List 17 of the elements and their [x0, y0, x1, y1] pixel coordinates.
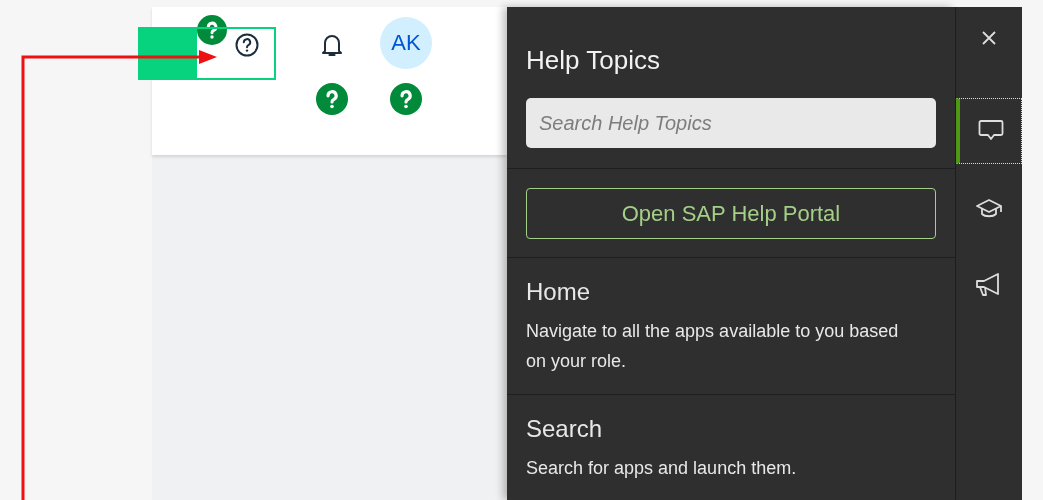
rail-tab[interactable] [956, 98, 1022, 164]
open-portal-button[interactable]: Open SAP Help Portal [526, 188, 936, 239]
topic-title: Search [526, 415, 604, 443]
close-icon [982, 31, 996, 45]
help-marker-icon[interactable] [316, 83, 348, 115]
user-avatar[interactable]: AK [380, 17, 432, 69]
help-icon[interactable] [235, 33, 259, 57]
help-marker-icon[interactable] [197, 15, 227, 45]
search-field[interactable]: Search Help Topics [526, 98, 936, 148]
topic-description: Navigate to all the apps available to you based on your role. [526, 320, 900, 373]
speech-bubble-icon [977, 119, 1004, 143]
panel-title: Help Topics [526, 45, 661, 76]
help-marker-icon[interactable] [390, 83, 422, 115]
topic-description: Search for apps and launch them. [526, 457, 798, 480]
topic-title: Home [526, 278, 592, 306]
highlight-marker [138, 27, 195, 80]
bell-icon[interactable] [321, 33, 343, 57]
